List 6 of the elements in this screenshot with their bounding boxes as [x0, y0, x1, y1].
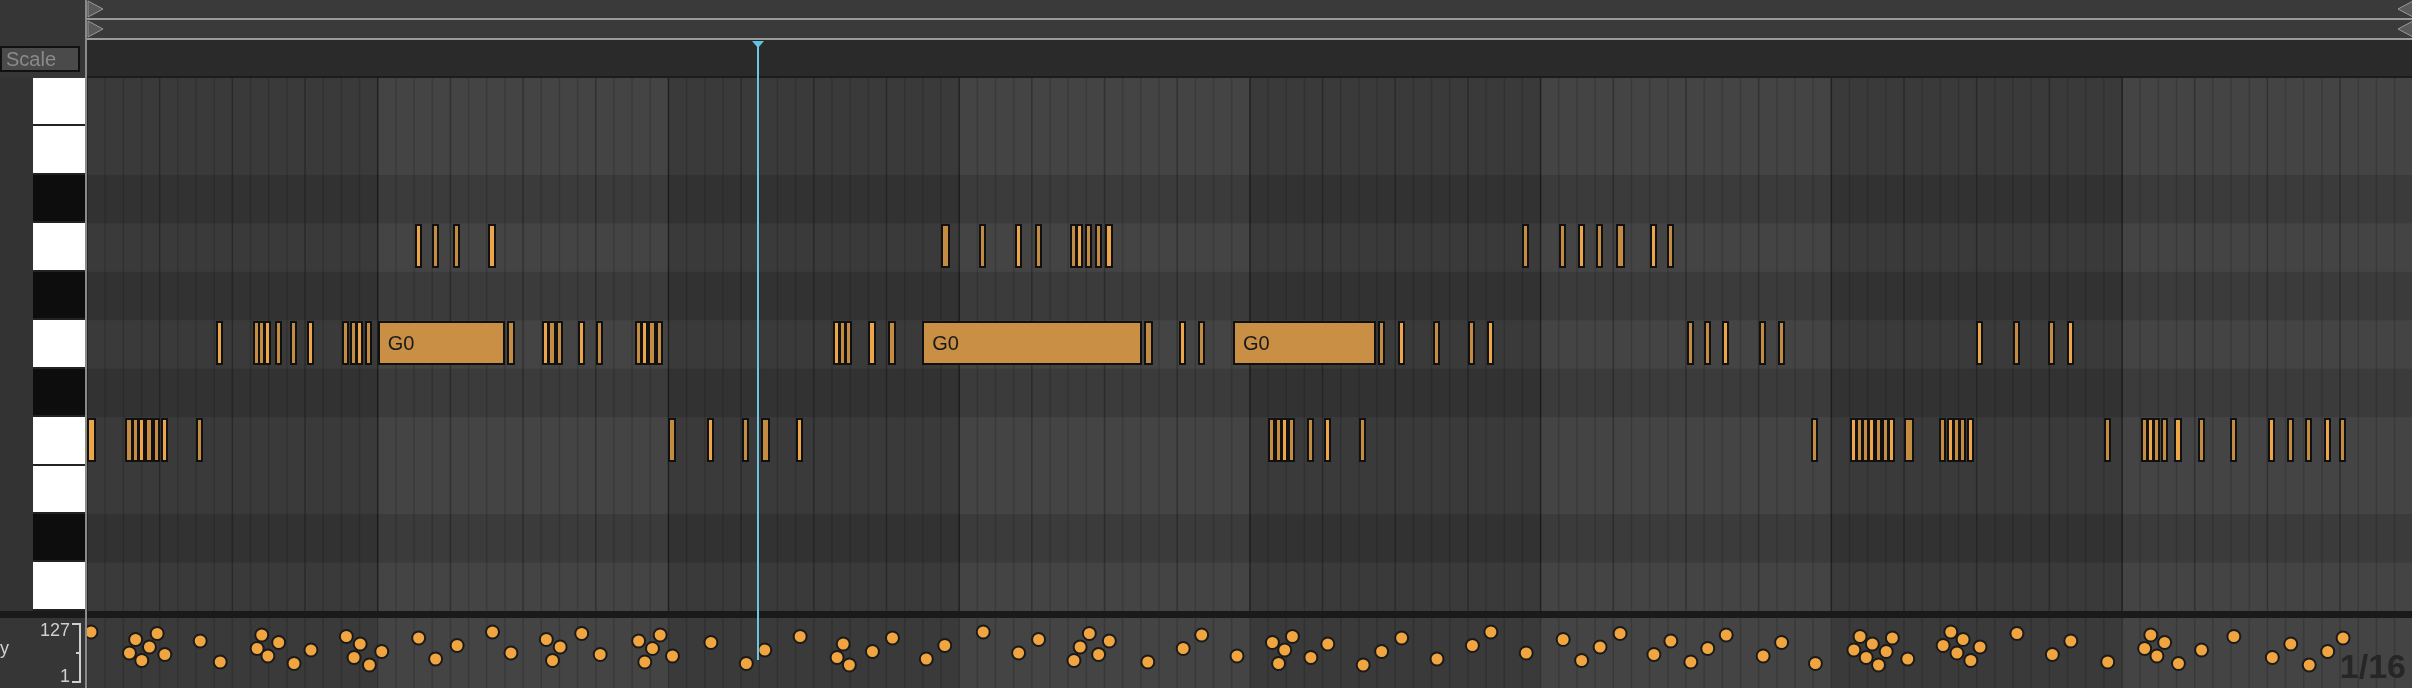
midi-note[interactable]: G0	[1233, 321, 1377, 366]
velocity-max-label: 127	[39, 620, 70, 640]
midi-note[interactable]: G0	[377, 321, 506, 366]
midi-note[interactable]: G0	[922, 321, 1143, 366]
velocity-lane-label: y	[0, 637, 10, 659]
velocity-min-label: 1	[60, 666, 70, 686]
